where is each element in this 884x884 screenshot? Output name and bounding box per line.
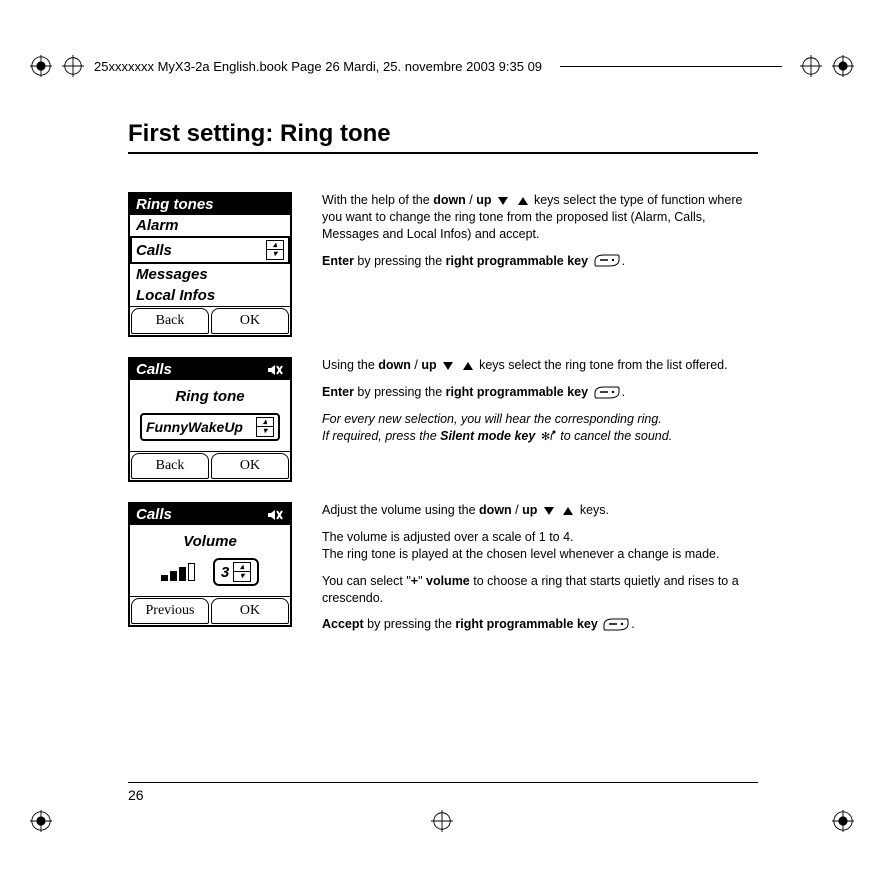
right-softkey-icon xyxy=(594,254,620,268)
volume-bars-icon xyxy=(161,563,195,581)
t: right programmable key xyxy=(455,617,597,631)
t: volume xyxy=(426,574,470,588)
page-title: First setting: Ring tone xyxy=(128,120,758,154)
t: Accept xyxy=(322,617,364,631)
phone-screen-calls-ringtone: Calls Ring tone FunnyWakeUp ▴▾ Back OK xyxy=(128,357,292,482)
right-softkey-icon xyxy=(594,386,620,400)
t: right programmable key xyxy=(446,385,588,399)
t: by pressing the xyxy=(364,617,456,631)
screen-title-text: Calls xyxy=(136,361,172,378)
t: + xyxy=(411,574,418,588)
crop-marks-bottom xyxy=(30,810,854,832)
t: up xyxy=(522,503,537,517)
up-key-icon xyxy=(561,505,575,517)
t: Adjust the volume using the xyxy=(322,503,479,517)
t: down xyxy=(378,358,411,372)
mute-icon xyxy=(266,508,284,522)
page-number: 26 xyxy=(128,782,758,803)
crosshair-icon xyxy=(431,810,453,832)
t: Using the xyxy=(322,358,378,372)
t: The volume is adjusted over a scale of 1… xyxy=(322,530,574,544)
t: up xyxy=(476,193,491,207)
t: Enter xyxy=(322,385,354,399)
down-key-icon xyxy=(441,360,455,372)
t: by pressing the xyxy=(354,385,446,399)
menu-item-calls-selected: Calls ▴▾ xyxy=(130,236,290,264)
t: " xyxy=(418,574,426,588)
t: keys. xyxy=(580,503,609,517)
t: down xyxy=(433,193,466,207)
crosshair-icon xyxy=(800,55,822,77)
t: Silent mode key xyxy=(440,429,535,443)
softkey-previous: Previous xyxy=(131,598,209,624)
t: right programmable key xyxy=(446,254,588,268)
field-label: Ring tone xyxy=(130,380,290,409)
t: by pressing the xyxy=(354,254,446,268)
phone-screen-ring-tones: Ring tones Alarm Calls ▴▾ Messages Local… xyxy=(128,192,292,337)
phone-screen-calls-volume: Calls Volume 3 ▴▾ xyxy=(128,502,292,627)
screen-title: Ring tones xyxy=(130,194,290,215)
section-ring-tone-select: Calls Ring tone FunnyWakeUp ▴▾ Back OK xyxy=(128,357,758,482)
screen-title: Calls xyxy=(130,504,290,525)
t: / xyxy=(512,503,522,517)
section-ring-tones: Ring tones Alarm Calls ▴▾ Messages Local… xyxy=(128,192,758,337)
registration-mark-icon xyxy=(30,810,52,832)
softkey-back: Back xyxy=(131,453,209,479)
softkey-ok: OK xyxy=(211,453,289,479)
t: keys select the ring tone from the list … xyxy=(479,358,728,372)
t: Enter xyxy=(322,254,354,268)
crosshair-icon xyxy=(62,55,84,77)
up-key-icon xyxy=(516,195,530,207)
t: / xyxy=(466,193,476,207)
field-label: Volume xyxy=(130,525,290,554)
t: The ring tone is played at the chosen le… xyxy=(322,547,719,561)
up-key-icon xyxy=(461,360,475,372)
header-path-text: 25xxxxxxx MyX3-2a English.book Page 26 M… xyxy=(94,59,542,74)
spinner-icon: ▴▾ xyxy=(233,562,251,582)
down-key-icon xyxy=(542,505,556,517)
menu-item-alarm: Alarm xyxy=(130,215,290,236)
crop-marks-top: 25xxxxxxx MyX3-2a English.book Page 26 M… xyxy=(30,52,854,80)
t: down xyxy=(479,503,512,517)
down-key-icon xyxy=(496,195,510,207)
field-value: FunnyWakeUp xyxy=(146,419,243,435)
menu-item-label: Calls xyxy=(136,242,172,259)
screen-title: Calls xyxy=(130,359,290,380)
ring-tone-value: FunnyWakeUp ▴▾ xyxy=(140,413,280,441)
t: up xyxy=(421,358,436,372)
registration-mark-icon xyxy=(30,55,52,77)
softkey-back: Back xyxy=(131,308,209,334)
field-value: 3 xyxy=(221,564,229,581)
spinner-icon: ▴▾ xyxy=(256,417,274,437)
description: Using the down / up keys select the ring… xyxy=(322,357,758,455)
t: You can select " xyxy=(322,574,411,588)
mute-icon xyxy=(266,363,284,377)
svg-text:✻: ✻ xyxy=(541,431,550,443)
menu-item-messages: Messages xyxy=(130,264,290,285)
silent-key-icon: ✻ xyxy=(539,429,557,443)
registration-mark-icon xyxy=(832,810,854,832)
softkey-ok: OK xyxy=(211,598,289,624)
t: / xyxy=(411,358,421,372)
page-content: First setting: Ring tone Ring tones Alar… xyxy=(128,120,758,663)
screen-title-text: Calls xyxy=(136,506,172,523)
description: Adjust the volume using the down / up ke… xyxy=(322,502,758,643)
t: . xyxy=(631,617,634,631)
description: With the help of the down / up keys sele… xyxy=(322,192,758,280)
section-volume: Calls Volume 3 ▴▾ xyxy=(128,502,758,643)
t: For every new selection, you will hear t… xyxy=(322,412,662,426)
header-rule xyxy=(560,66,782,67)
t: . xyxy=(622,385,625,399)
right-softkey-icon xyxy=(603,618,629,632)
menu-item-local-infos: Local Infos xyxy=(130,285,290,306)
t: With the help of the xyxy=(322,193,433,207)
softkey-ok: OK xyxy=(211,308,289,334)
t: If required, press the xyxy=(322,429,440,443)
volume-value: 3 ▴▾ xyxy=(213,558,259,586)
spinner-icon: ▴▾ xyxy=(266,240,284,260)
registration-mark-icon xyxy=(832,55,854,77)
t: . xyxy=(622,254,625,268)
t: to cancel the sound. xyxy=(560,429,672,443)
